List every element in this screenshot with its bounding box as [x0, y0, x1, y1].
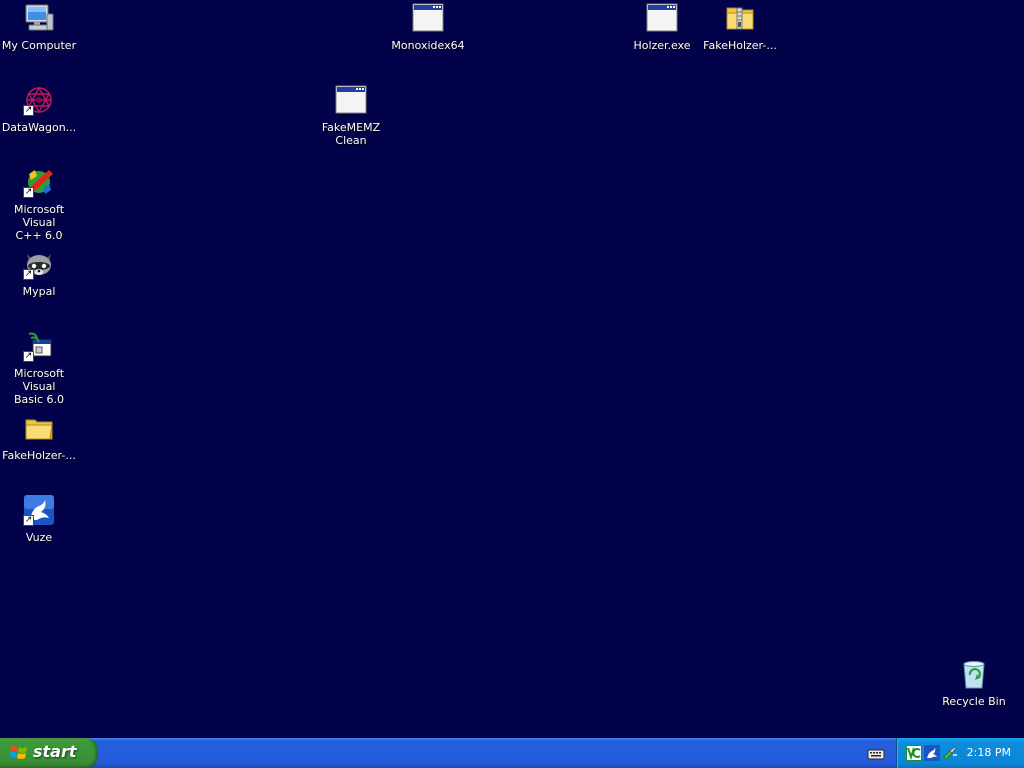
desktop-icon-label: FakeMEMZ Clean — [321, 121, 381, 147]
visual-basic-icon: ↗ — [23, 330, 55, 362]
desktop-icon-label: Mypal — [22, 285, 56, 298]
application-window-icon — [335, 84, 367, 116]
clock[interactable]: 2:18 PM — [967, 746, 1011, 759]
recycle-bin-icon — [958, 658, 990, 690]
desktop-icon-datawagon[interactable]: ↗ DataWagon... — [0, 84, 78, 134]
desktop-icon-fakeholzer-folder[interactable]: FakeHolzer-... — [0, 412, 78, 462]
folder-icon — [23, 412, 55, 444]
vuze-icon: ↗ — [23, 494, 55, 526]
desktop-icon-monoxidex64[interactable]: Monoxidex64 — [389, 2, 467, 52]
my-computer-icon — [23, 2, 55, 34]
desktop-icon-label: Monoxidex64 — [391, 39, 465, 52]
application-window-icon — [412, 2, 444, 34]
desktop-icon-label: Recycle Bin — [942, 695, 1006, 708]
shortcut-arrow-icon: ↗ — [23, 269, 34, 280]
start-button[interactable]: start — [0, 738, 98, 768]
desktop-icon-label: My Computer — [1, 39, 77, 52]
desktop-icon-label: Vuze — [25, 531, 53, 544]
desktop-icon-label: Microsoft Visual C++ 6.0 — [13, 203, 65, 242]
shortcut-arrow-icon: ↗ — [23, 105, 34, 116]
desktop-icon-holzer-exe[interactable]: Holzer.exe — [623, 2, 701, 52]
datawagon-icon: ↗ — [23, 84, 55, 116]
desktop-icon-label: FakeHolzer-... — [703, 39, 777, 52]
desktop-icon-label: Microsoft Visual Basic 6.0 — [13, 367, 65, 406]
system-tray: 2:18 PM — [896, 738, 1024, 768]
desktop-icon-recycle-bin[interactable]: Recycle Bin — [935, 658, 1013, 708]
desktop-icon-fakeholzer-zip[interactable]: FakeHolzer-... — [701, 2, 779, 52]
antivirus-tray-icon[interactable] — [906, 745, 922, 761]
start-label: start — [33, 742, 77, 761]
visual-cpp-icon: ↗ — [23, 166, 55, 198]
keyboard-icon[interactable] — [867, 746, 885, 760]
zip-folder-icon — [724, 2, 756, 34]
desktop-icon-mypal[interactable]: ↗ Mypal — [0, 248, 78, 298]
vuze-tray-icon[interactable] — [924, 745, 940, 761]
desktop-icon-my-computer[interactable]: My Computer — [0, 2, 78, 52]
safely-remove-hardware-icon[interactable] — [942, 745, 958, 761]
desktop[interactable]: My Computer ↗ DataWagon... ↗ Microsoft V… — [0, 0, 1024, 738]
desktop-icon-label: Holzer.exe — [633, 39, 691, 52]
desktop-icon-fakememz-clean[interactable]: FakeMEMZ Clean — [312, 84, 390, 147]
shortcut-arrow-icon: ↗ — [23, 187, 34, 198]
shortcut-arrow-icon: ↗ — [23, 515, 34, 526]
application-window-icon — [646, 2, 678, 34]
desktop-icon-vuze[interactable]: ↗ Vuze — [0, 494, 78, 544]
desktop-icon-visual-basic[interactable]: ↗ Microsoft Visual Basic 6.0 — [0, 330, 78, 406]
desktop-icon-label: DataWagon... — [1, 121, 77, 134]
desktop-icon-label: FakeHolzer-... — [2, 449, 76, 462]
mypal-icon: ↗ — [23, 248, 55, 280]
desktop-icon-visual-cpp[interactable]: ↗ Microsoft Visual C++ 6.0 — [0, 166, 78, 242]
shortcut-arrow-icon: ↗ — [23, 351, 34, 362]
taskbar: start 2:18 PM — [0, 738, 1024, 768]
windows-logo-icon — [9, 745, 28, 761]
